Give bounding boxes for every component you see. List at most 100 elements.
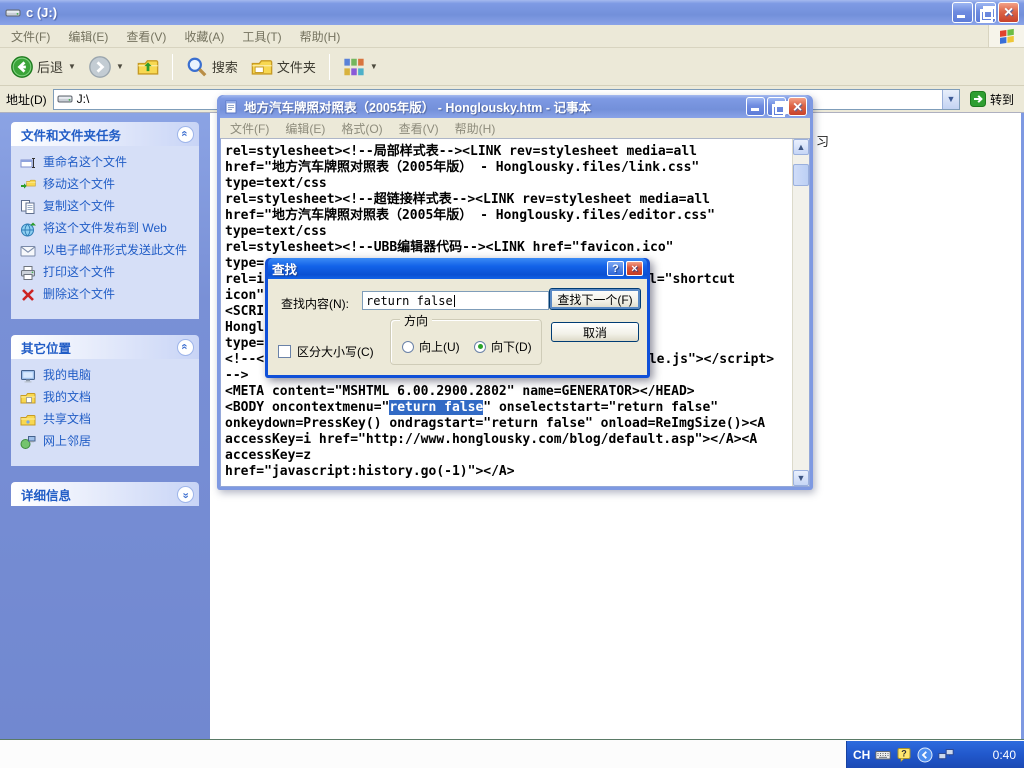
- minimize-button[interactable]: [952, 2, 973, 23]
- task-link[interactable]: 以电子邮件形式发送此文件: [20, 243, 195, 259]
- email-icon: [20, 243, 36, 259]
- address-dropdown-button[interactable]: ▼: [942, 90, 959, 109]
- notepad-line: accessKey=z: [221, 448, 792, 464]
- explorer-titlebar[interactable]: c (J:): [0, 0, 1024, 25]
- toolbar-separator: [172, 54, 173, 80]
- scroll-down-icon[interactable]: ▼: [793, 470, 809, 486]
- task-link[interactable]: 将这个文件发布到 Web: [20, 221, 195, 237]
- task-link[interactable]: 共享文档: [20, 412, 195, 428]
- notepad-menu-item[interactable]: 文件(F): [222, 118, 277, 139]
- folders-icon: [251, 56, 273, 78]
- close-icon[interactable]: ×: [626, 261, 643, 276]
- explorer-menu-item[interactable]: 工具(T): [233, 25, 290, 48]
- notepad-menu-item[interactable]: 查看(V): [391, 118, 447, 139]
- help-bubble-icon[interactable]: ?: [896, 747, 912, 763]
- notepad-menu-item[interactable]: 格式(O): [333, 118, 390, 139]
- cancel-button[interactable]: 取消: [551, 322, 639, 342]
- collapse-chevron-icon[interactable]: [917, 747, 933, 763]
- direction-down-radio[interactable]: 向下(D): [474, 338, 532, 355]
- find-dialog-titlebar[interactable]: 查找 ? ×: [268, 258, 647, 279]
- my-computer-icon: [20, 368, 36, 384]
- go-button[interactable]: 转到: [966, 90, 1018, 109]
- taskbar[interactable]: CH ? 0:40: [0, 739, 1024, 768]
- find-dialog: 查找 ? × 查找内容(N): return false 查找下一个(F) 取消…: [265, 258, 650, 378]
- explorer-menu-item[interactable]: 文件(F): [2, 25, 59, 48]
- task-link-label: 打印这个文件: [43, 265, 115, 280]
- task-link[interactable]: 移动这个文件: [20, 177, 195, 193]
- views-button[interactable]: ▼: [338, 52, 383, 82]
- notepad-minimize-button[interactable]: [746, 97, 765, 116]
- notepad-maximize-button[interactable]: [767, 97, 786, 116]
- close-button[interactable]: [998, 2, 1019, 23]
- publish-web-icon: [20, 221, 36, 237]
- notepad-line: <META content="MSHTML 6.00.2900.2802" na…: [221, 384, 792, 400]
- section-body: 重命名这个文件移动这个文件复制这个文件将这个文件发布到 Web 以电子邮件形式发送…: [11, 146, 199, 319]
- help-icon[interactable]: ?: [607, 261, 624, 276]
- restore-button[interactable]: [975, 2, 996, 23]
- ime-indicator[interactable]: CH: [853, 748, 870, 762]
- task-link[interactable]: 重命名这个文件: [20, 155, 195, 171]
- section-body: 我的电脑我的文档共享文档网上邻居: [11, 359, 199, 466]
- system-tray: CH ? 0:40: [846, 741, 1024, 768]
- section-header[interactable]: 文件和文件夹任务 »: [11, 122, 199, 146]
- up-folder-button[interactable]: [132, 52, 164, 82]
- task-link[interactable]: 复制这个文件: [20, 199, 195, 215]
- task-pane: 文件和文件夹任务 » 重命名这个文件移动这个文件复制这个文件将这个文件发布到 Web…: [0, 113, 210, 739]
- scroll-up-icon[interactable]: ▲: [793, 139, 809, 155]
- drive-icon: [5, 5, 21, 21]
- notepad-vscrollbar[interactable]: ▲ ▼: [792, 139, 809, 486]
- search-button[interactable]: 搜索: [181, 52, 243, 82]
- notepad-titlebar[interactable]: 地方汽车牌照对照表（2005年版） - Honglousky.htm - 记事本: [220, 95, 810, 118]
- folders-button[interactable]: 文件夹: [246, 52, 321, 82]
- match-case-checkbox[interactable]: 区分大小写(C): [278, 343, 374, 360]
- network-tray-icon[interactable]: [938, 747, 954, 763]
- notepad-icon: [223, 99, 239, 115]
- direction-up-radio[interactable]: 向上(U): [402, 338, 460, 355]
- back-button[interactable]: 后退▼: [6, 52, 81, 82]
- task-link[interactable]: 我的电脑: [20, 368, 195, 384]
- checkbox-icon: [278, 345, 291, 358]
- task-link-label: 我的电脑: [43, 368, 91, 383]
- notepad-line: rel=stylesheet><!--超链接样式表--><LINK rev=st…: [221, 192, 792, 208]
- explorer-menu-item[interactable]: 收藏(A): [175, 25, 233, 48]
- notepad-menu-item[interactable]: 帮助(H): [447, 118, 504, 139]
- chevron-up-icon[interactable]: »: [177, 126, 194, 143]
- explorer-menu-item[interactable]: 帮助(H): [291, 25, 350, 48]
- address-label: 地址(D): [6, 91, 47, 108]
- chevron-down-icon[interactable]: ▼: [370, 62, 378, 71]
- notepad-close-button[interactable]: [788, 97, 807, 116]
- task-link-label: 我的文档: [43, 390, 91, 405]
- go-icon: [970, 91, 986, 107]
- clock[interactable]: 0:40: [993, 748, 1016, 762]
- task-link[interactable]: 我的文档: [20, 390, 195, 406]
- scrollbar-thumb[interactable]: [793, 164, 809, 186]
- task-link[interactable]: 网上邻居: [20, 434, 195, 450]
- task-link[interactable]: 打印这个文件: [20, 265, 195, 281]
- explorer-menu-item[interactable]: 查看(V): [117, 25, 175, 48]
- chevron-up-icon[interactable]: »: [177, 339, 194, 356]
- toolbar-button-label: 搜索: [212, 57, 238, 76]
- chevron-down-icon[interactable]: ▼: [68, 62, 76, 71]
- network-places-icon: [20, 434, 36, 450]
- task-link[interactable]: 删除这个文件: [20, 287, 195, 303]
- chevron-down-icon[interactable]: ▼: [116, 62, 124, 71]
- section-header[interactable]: 其它位置»: [11, 335, 199, 359]
- task-link-label: 移动这个文件: [43, 177, 115, 192]
- section-title: 文件和文件夹任务: [21, 125, 121, 144]
- chevron-down-icon[interactable]: »: [177, 486, 194, 503]
- forward-button[interactable]: ▼: [84, 52, 129, 82]
- notepad-menu-item[interactable]: 编辑(E): [277, 118, 333, 139]
- find-input[interactable]: return false: [362, 291, 549, 310]
- explorer-menu-item[interactable]: 编辑(E): [59, 25, 117, 48]
- keyboard-icon[interactable]: [875, 747, 891, 763]
- section-title: 详细信息: [21, 485, 71, 504]
- forward-icon: [89, 56, 111, 78]
- up-folder-icon: [137, 56, 159, 78]
- search-icon: [186, 56, 208, 78]
- task-pane-section: 详细信息 »: [11, 482, 199, 506]
- task-link-label: 删除这个文件: [43, 287, 115, 302]
- section-header[interactable]: 详细信息 »: [11, 482, 199, 506]
- find-next-button[interactable]: 查找下一个(F): [549, 288, 641, 310]
- shared-documents-icon: [20, 412, 36, 428]
- radio-icon: [474, 341, 486, 353]
